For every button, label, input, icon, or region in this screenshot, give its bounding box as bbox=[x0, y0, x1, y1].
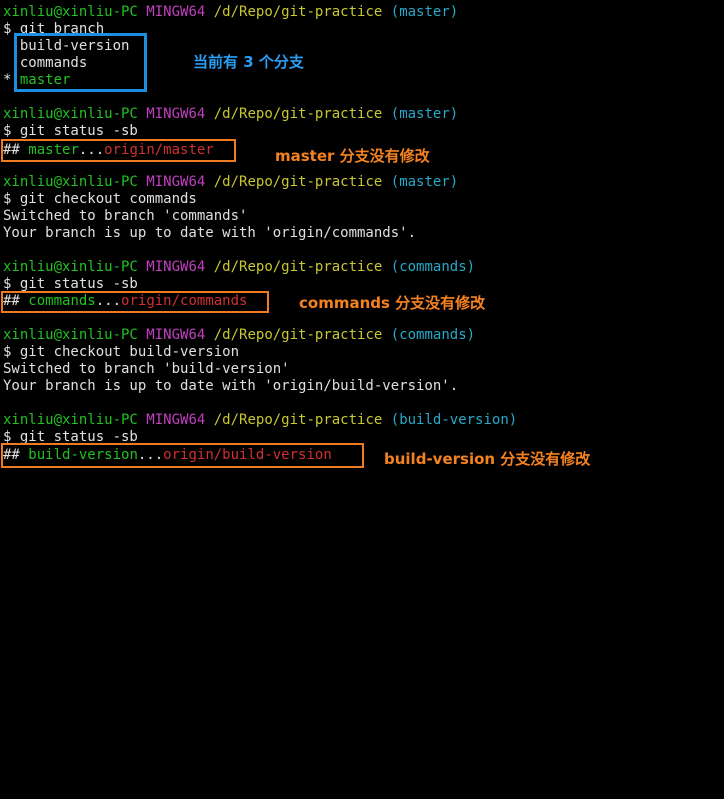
prompt-path: /d/Repo/git-practice bbox=[213, 4, 383, 20]
command-line: $ git status -sb bbox=[3, 123, 138, 139]
prompt-user: xinliu@xinliu-PC bbox=[3, 4, 138, 20]
output-line: Your branch is up to date with 'origin/c… bbox=[3, 225, 417, 241]
prompt-line: xinliu@xinliu-PC MINGW64 /d/Repo/git-pra… bbox=[3, 412, 518, 428]
master-status-highlight-box bbox=[1, 139, 236, 162]
output-line: Switched to branch 'build-version' bbox=[3, 361, 290, 377]
output-line: Your branch is up to date with 'origin/b… bbox=[3, 378, 459, 394]
master-unchanged-annotation: master 分支没有修改 bbox=[275, 147, 430, 165]
command-line: $ git checkout build-version bbox=[3, 344, 240, 360]
branch-list-highlight-box bbox=[14, 33, 147, 92]
prompt-line: xinliu@xinliu-PC MINGW64 /d/Repo/git-pra… bbox=[3, 106, 459, 122]
commands-unchanged-annotation: commands 分支没有修改 bbox=[299, 294, 486, 312]
command-line: $ git checkout commands bbox=[3, 191, 197, 207]
prompt-line: xinliu@xinliu-PC MINGW64 /d/Repo/git-pra… bbox=[3, 327, 476, 343]
commands-status-highlight-box bbox=[1, 291, 269, 313]
prompt-line: xinliu@xinliu-PC MINGW64 /d/Repo/git-pra… bbox=[3, 174, 459, 190]
prompt-line: xinliu@xinliu-PC MINGW64 /d/Repo/git-pra… bbox=[3, 4, 458, 21]
output-line: Switched to branch 'commands' bbox=[3, 208, 248, 224]
prompt-line: xinliu@xinliu-PC MINGW64 /d/Repo/git-pra… bbox=[3, 259, 476, 275]
prompt-system: MINGW64 bbox=[146, 4, 206, 20]
prompt-branch: (master) bbox=[390, 4, 459, 20]
branch-count-annotation: 当前有 3 个分支 bbox=[193, 53, 304, 71]
build-version-status-highlight-box bbox=[1, 443, 364, 468]
terminal-window[interactable]: xinliu@xinliu-PC MINGW64 /d/Repo/git-pra… bbox=[0, 0, 724, 479]
build-version-unchanged-annotation: build-version 分支没有修改 bbox=[384, 450, 591, 468]
